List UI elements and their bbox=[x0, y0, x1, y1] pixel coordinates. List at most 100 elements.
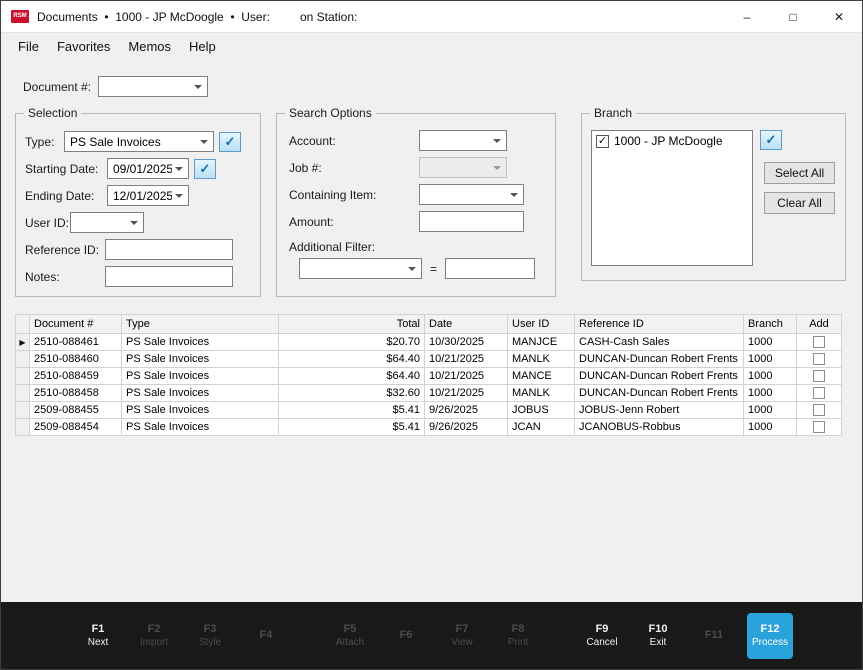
column-header-date[interactable]: Date bbox=[425, 315, 508, 334]
type-combo[interactable]: PS Sale Invoices bbox=[64, 131, 214, 152]
column-header-add[interactable]: Add bbox=[797, 315, 842, 334]
row-selector[interactable] bbox=[16, 419, 30, 436]
branch-item-checkbox[interactable]: ✓ bbox=[596, 135, 609, 148]
fnkey-label: Process bbox=[752, 637, 788, 649]
account-label: Account: bbox=[289, 134, 419, 148]
starting-date-label: Starting Date: bbox=[25, 162, 107, 176]
column-header-user-id[interactable]: User ID bbox=[508, 315, 575, 334]
row-selector[interactable] bbox=[16, 368, 30, 385]
fnkey-f11[interactable]: F11 bbox=[686, 613, 742, 659]
add-checkbox[interactable] bbox=[813, 353, 825, 365]
reference-id-label: Reference ID: bbox=[25, 243, 105, 257]
cell-reference-id: DUNCAN-Duncan Robert Frents bbox=[575, 351, 744, 368]
cell-total: $32.60 bbox=[279, 385, 425, 402]
fnkey-f3[interactable]: F3Style bbox=[182, 613, 238, 659]
minimize-button[interactable]: – bbox=[724, 1, 770, 32]
notes-input[interactable] bbox=[105, 266, 233, 287]
table-row[interactable]: 2510-088459PS Sale Invoices$64.4010/21/2… bbox=[16, 368, 842, 385]
column-header-total[interactable]: Total bbox=[279, 315, 425, 334]
cell-type: PS Sale Invoices bbox=[122, 402, 279, 419]
amount-input[interactable] bbox=[419, 211, 524, 232]
grid-body: ▶2510-088461PS Sale Invoices$20.7010/30/… bbox=[16, 334, 842, 436]
combo-value: PS Sale Invoices bbox=[70, 135, 161, 149]
fnkey-name: F11 bbox=[705, 629, 723, 642]
apply-date-filter-button[interactable]: ✓ bbox=[194, 159, 216, 179]
add-checkbox[interactable] bbox=[813, 336, 825, 348]
fnkey-f4[interactable]: F4 bbox=[238, 613, 294, 659]
add-checkbox[interactable] bbox=[813, 421, 825, 433]
containing-item-combo[interactable] bbox=[419, 184, 524, 205]
additional-filter-value-input[interactable] bbox=[445, 258, 535, 279]
menu-item-file[interactable]: File bbox=[9, 35, 48, 58]
maximize-button[interactable]: □ bbox=[770, 1, 816, 32]
branch-listbox[interactable]: ✓1000 - JP McDoogle bbox=[591, 130, 753, 266]
fnkey-label: Style bbox=[199, 637, 221, 649]
title-bar: RSM Documents • 1000 - JP McDoogle • Use… bbox=[1, 1, 862, 33]
menu-item-help[interactable]: Help bbox=[180, 35, 225, 58]
equals-sign: = bbox=[430, 262, 437, 276]
row-selector[interactable]: ▶ bbox=[16, 334, 30, 351]
apply-branch-filter-button[interactable]: ✓ bbox=[760, 130, 782, 150]
close-button[interactable]: ✕ bbox=[816, 1, 862, 32]
branch-group: Branch ✓1000 - JP McDoogle ✓ Select All … bbox=[581, 113, 846, 281]
fnkey-f10[interactable]: F10Exit bbox=[630, 613, 686, 659]
clear-all-button[interactable]: Clear All bbox=[764, 192, 835, 214]
cell-add bbox=[797, 351, 842, 368]
add-checkbox[interactable] bbox=[813, 404, 825, 416]
column-header-type[interactable]: Type bbox=[122, 315, 279, 334]
cell-type: PS Sale Invoices bbox=[122, 385, 279, 402]
document-number-combo[interactable] bbox=[98, 76, 208, 97]
check-icon: ✓ bbox=[225, 134, 236, 150]
fnkey-f8[interactable]: F8Print bbox=[490, 613, 546, 659]
grid-header-row: Document #TypeTotalDateUser IDReference … bbox=[16, 315, 842, 334]
starting-date-combo[interactable]: 09/01/2025 bbox=[107, 158, 189, 179]
cell-user-id: MANLK bbox=[508, 351, 575, 368]
fnkey-f6[interactable]: F6 bbox=[378, 613, 434, 659]
account-combo[interactable] bbox=[419, 130, 507, 151]
fnkey-f2[interactable]: F2Import bbox=[126, 613, 182, 659]
fnkey-f12[interactable]: F12Process bbox=[747, 613, 793, 659]
user-id-row: User ID: bbox=[25, 212, 260, 233]
fnkey-f7[interactable]: F7View bbox=[434, 613, 490, 659]
chevron-down-icon bbox=[194, 85, 202, 89]
column-header-document-[interactable]: Document # bbox=[30, 315, 122, 334]
fnkey-name: F4 bbox=[260, 629, 273, 642]
row-selector[interactable] bbox=[16, 351, 30, 368]
job-number-label: Job #: bbox=[289, 161, 419, 175]
table-row[interactable]: 2509-088454PS Sale Invoices$5.419/26/202… bbox=[16, 419, 842, 436]
menu-item-favorites[interactable]: Favorites bbox=[48, 35, 119, 58]
cell-total: $64.40 bbox=[279, 368, 425, 385]
menu-item-memos[interactable]: Memos bbox=[119, 35, 180, 58]
select-all-button[interactable]: Select All bbox=[764, 162, 835, 184]
fnkey-f1[interactable]: F1Next bbox=[70, 613, 126, 659]
cell-branch: 1000 bbox=[744, 419, 797, 436]
chevron-down-icon bbox=[175, 194, 183, 198]
cell-document-number: 2510-088459 bbox=[30, 368, 122, 385]
additional-filter-combo[interactable] bbox=[299, 258, 422, 279]
row-selector[interactable] bbox=[16, 385, 30, 402]
table-row[interactable]: 2510-088458PS Sale Invoices$32.6010/21/2… bbox=[16, 385, 842, 402]
row-selector[interactable] bbox=[16, 402, 30, 419]
user-id-combo[interactable] bbox=[70, 212, 144, 233]
chevron-down-icon bbox=[130, 221, 138, 225]
fnkey-f9[interactable]: F9Cancel bbox=[574, 613, 630, 659]
add-checkbox[interactable] bbox=[813, 370, 825, 382]
column-header-branch[interactable]: Branch bbox=[744, 315, 797, 334]
cell-date: 9/26/2025 bbox=[425, 419, 508, 436]
window-title: Documents • 1000 - JP McDoogle • User: o… bbox=[37, 10, 357, 24]
table-row[interactable]: 2510-088460PS Sale Invoices$64.4010/21/2… bbox=[16, 351, 842, 368]
reference-id-input[interactable] bbox=[105, 239, 233, 260]
column-header-reference-id[interactable]: Reference ID bbox=[575, 315, 744, 334]
ending-date-combo[interactable]: 12/01/2025 bbox=[107, 185, 189, 206]
branch-list-item[interactable]: ✓1000 - JP McDoogle bbox=[594, 133, 750, 149]
chevron-down-icon bbox=[493, 139, 501, 143]
apply-type-filter-button[interactable]: ✓ bbox=[219, 132, 241, 152]
add-checkbox[interactable] bbox=[813, 387, 825, 399]
table-row[interactable]: 2509-088455PS Sale Invoices$5.419/26/202… bbox=[16, 402, 842, 419]
cell-branch: 1000 bbox=[744, 402, 797, 419]
cell-type: PS Sale Invoices bbox=[122, 351, 279, 368]
fnkey-f5[interactable]: F5Attach bbox=[322, 613, 378, 659]
cell-add bbox=[797, 334, 842, 351]
table-row[interactable]: ▶2510-088461PS Sale Invoices$20.7010/30/… bbox=[16, 334, 842, 351]
fnkey-name: F5 bbox=[344, 623, 357, 636]
